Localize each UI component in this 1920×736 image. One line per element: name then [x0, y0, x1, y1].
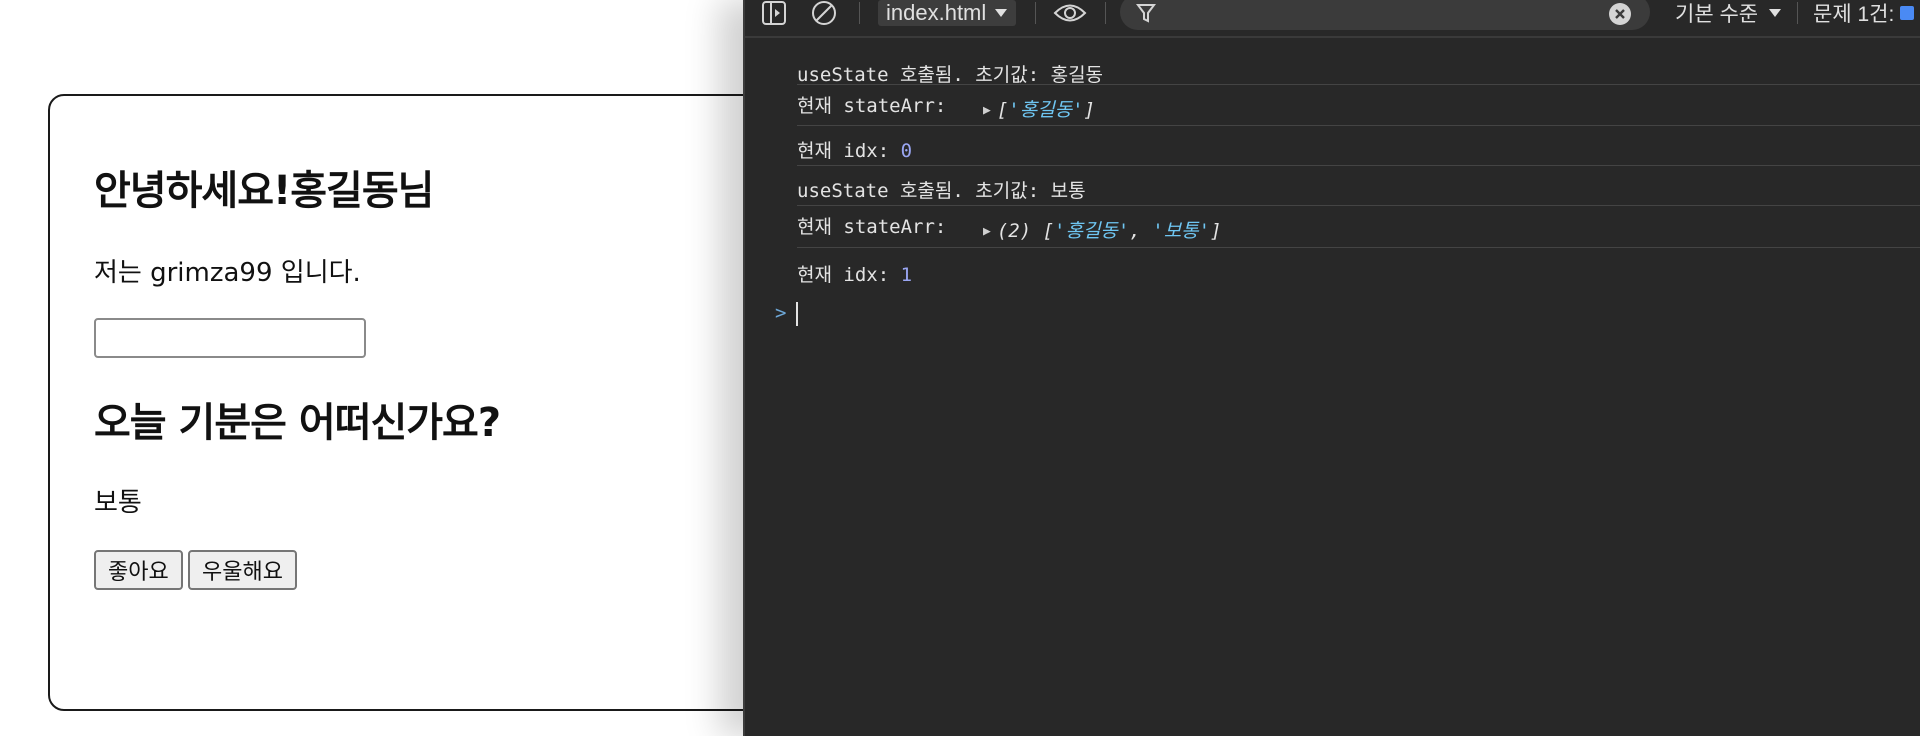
console-message-text: 현재 idx: 0	[797, 140, 913, 162]
name-input[interactable]	[94, 318, 366, 358]
console-message-text: 현재 idx: 1	[797, 264, 913, 286]
mood-value: 보통	[94, 488, 142, 518]
good-mood-button[interactable]: 좋아요	[94, 550, 183, 590]
issues-icon	[1900, 6, 1915, 20]
context-select[interactable]: index.html	[878, 0, 1017, 26]
console-prompt-icon: >	[775, 302, 787, 324]
state-array-object[interactable]: ▶ (2) ['홍길동', '보통']	[983, 216, 1222, 243]
greeting-heading: 안녕하세요!홍길동님	[94, 168, 434, 214]
intro-text: 저는 grimza99 입니다.	[94, 258, 361, 288]
console-message-text: 현재 stateArr:	[797, 95, 947, 117]
toolbar-divider	[1105, 2, 1106, 24]
console-message: 현재 idx: 0	[797, 125, 1920, 165]
array-item: '홍길동'	[1008, 99, 1084, 121]
console-message: 현재 idx: 1	[797, 247, 1920, 291]
console-message-text: 현재 stateArr:	[797, 216, 947, 238]
mood-question-heading: 오늘 기분은 어떠신가요?	[94, 400, 501, 446]
console-input-caret[interactable]	[796, 302, 798, 326]
eye-icon[interactable]	[1053, 0, 1087, 26]
log-level-select[interactable]: 기본 수준	[1675, 0, 1782, 26]
clear-console-icon[interactable]	[811, 0, 837, 26]
array-item: '홍길동'	[1054, 220, 1130, 242]
array-item: '보통'	[1152, 220, 1211, 242]
console-message: 현재 stateArr: ▶ ['홍길동']	[797, 84, 1920, 125]
issues-label: 문제 1건:	[1813, 3, 1895, 26]
webpage-viewport: 안녕하세요!홍길동님 저는 grimza99 입니다. 오늘 기분은 어떠신가요…	[0, 0, 743, 736]
console-toolbar: index.html 기본 수준 문제 1건:	[745, 0, 1920, 38]
devtools-panel: index.html 기본 수준 문제 1건: useState 호출됨. 초기…	[743, 0, 1920, 736]
toolbar-divider	[859, 2, 860, 24]
context-label: index.html	[886, 0, 987, 25]
issues-counter[interactable]: 문제 1건:	[1813, 0, 1915, 26]
toolbar-divider	[1797, 2, 1798, 24]
chevron-down-icon	[1769, 9, 1782, 17]
filter-icon	[1136, 4, 1156, 23]
chevron-down-icon	[995, 9, 1008, 17]
state-array-object[interactable]: ▶ ['홍길동']	[983, 95, 1095, 122]
console-message-text: useState 호출됨. 초기값: 홍길동	[797, 64, 1104, 86]
expand-triangle-icon: ▶	[983, 103, 991, 118]
log-level-label: 기본 수준	[1675, 3, 1759, 26]
sidebar-toggle-icon[interactable]	[761, 0, 787, 26]
expand-triangle-icon: ▶	[983, 224, 991, 239]
toolbar-divider	[1035, 2, 1036, 24]
console-message: useState 호출됨. 초기값: 홍길동	[797, 50, 1920, 86]
sad-mood-button[interactable]: 우울해요	[188, 550, 297, 590]
console-message: useState 호출됨. 초기값: 보통	[797, 165, 1920, 205]
console-message: 현재 stateArr: ▶ (2) ['홍길동', '보통']	[797, 205, 1920, 247]
clear-filter-icon[interactable]	[1608, 2, 1632, 26]
filter-input[interactable]	[1120, 0, 1650, 30]
console-message-text: useState 호출됨. 초기값: 보통	[797, 180, 1086, 202]
